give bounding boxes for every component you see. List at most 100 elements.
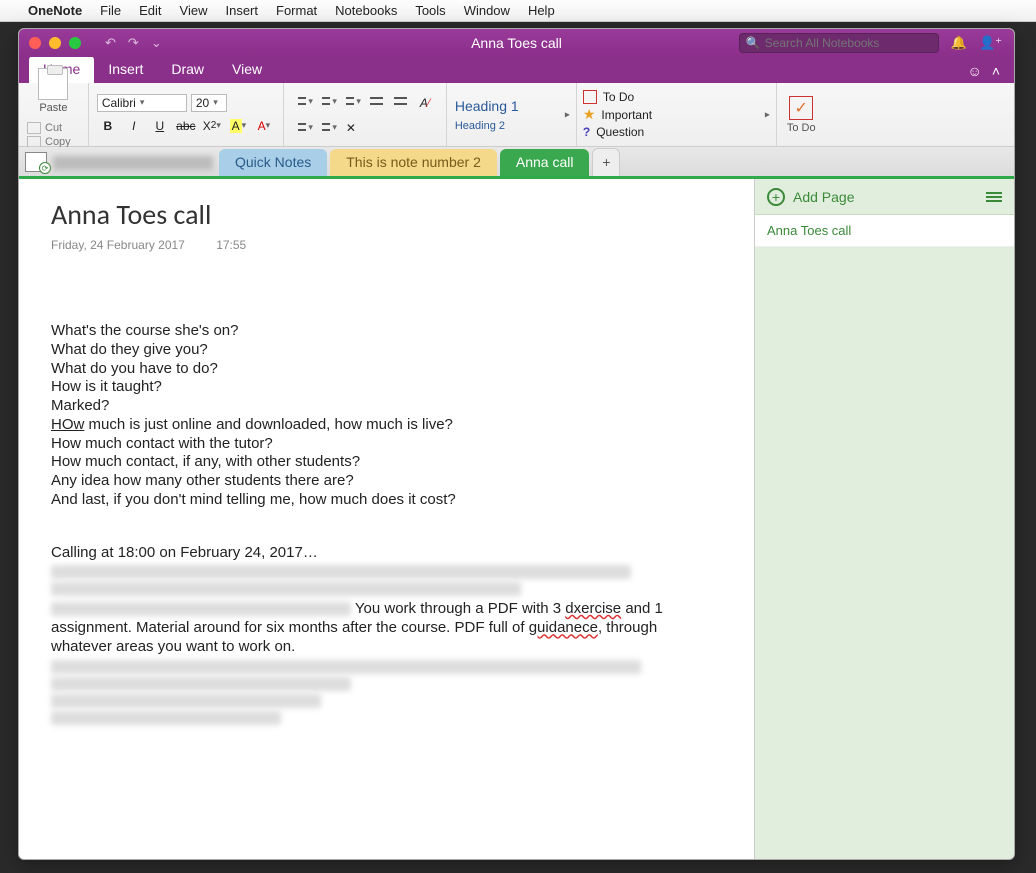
- page-list-view-icon[interactable]: [986, 192, 1002, 202]
- menu-view[interactable]: View: [180, 3, 208, 18]
- spacing-icon: [317, 120, 332, 136]
- plus-circle-icon: +: [767, 188, 785, 206]
- redacted-text: [51, 677, 351, 691]
- collapse-ribbon-button[interactable]: ˄: [992, 63, 1000, 79]
- tags-expand-icon[interactable]: ▸: [765, 109, 770, 120]
- tags-gallery[interactable]: To Do ★Important ?Question ▸: [577, 83, 777, 146]
- notifications-icon[interactable]: 🔔: [951, 35, 967, 51]
- outline-icon: [341, 94, 356, 110]
- decrease-indent-button[interactable]: [364, 92, 386, 112]
- body-line: Marked?: [51, 397, 722, 416]
- redacted-text: [51, 582, 521, 596]
- undo-button[interactable]: ↶: [105, 35, 116, 51]
- page-date: Friday, 24 February 2017: [51, 238, 185, 252]
- body-line: How is it taught?: [51, 378, 722, 397]
- note-canvas[interactable]: Anna Toes call Friday, 24 February 2017 …: [19, 179, 754, 859]
- menu-edit[interactable]: Edit: [139, 3, 161, 18]
- font-size-value: 20: [196, 96, 209, 110]
- numbering-button[interactable]: ▾: [316, 92, 338, 112]
- menu-help[interactable]: Help: [528, 3, 555, 18]
- onenote-window: ↶ ↷ ⌄ Anna Toes call 🔍 🔔 👤⁺ Home Insert …: [18, 28, 1015, 860]
- increase-indent-button[interactable]: [388, 92, 410, 112]
- section-tab-note-2[interactable]: This is note number 2: [330, 149, 497, 176]
- clear-formatting-button[interactable]: A⁄: [412, 92, 438, 114]
- number-list-icon: [317, 94, 332, 110]
- delete-x-icon: ✕: [346, 121, 356, 135]
- tab-draw[interactable]: Draw: [157, 56, 218, 83]
- pages-pane: + Add Page Anna Toes call: [754, 179, 1014, 859]
- font-name-combo[interactable]: Calibri▾: [97, 94, 187, 112]
- share-icon[interactable]: 👤⁺: [979, 35, 1002, 51]
- copy-button[interactable]: Copy: [27, 136, 80, 148]
- strikethrough-button[interactable]: abc: [175, 116, 197, 136]
- section-tab-quick-notes[interactable]: Quick Notes: [219, 149, 327, 176]
- menu-window[interactable]: Window: [464, 3, 510, 18]
- todo-label: To Do: [787, 122, 816, 134]
- outline-button[interactable]: ▾: [340, 92, 362, 112]
- note-body[interactable]: What's the course she's on? What do they…: [51, 322, 722, 725]
- menu-notebooks[interactable]: Notebooks: [335, 3, 397, 18]
- delete-button[interactable]: ✕: [340, 118, 362, 138]
- body-line: HOw much is just online and downloaded, …: [51, 416, 722, 435]
- align-icon: [293, 120, 308, 136]
- redacted-text: [51, 602, 351, 616]
- app-menu[interactable]: OneNote: [28, 3, 82, 18]
- close-window-button[interactable]: [29, 37, 41, 49]
- copy-label: Copy: [45, 136, 71, 148]
- highlight-button[interactable]: A▾: [227, 116, 249, 136]
- redo-button[interactable]: ↷: [128, 35, 139, 51]
- body-line: How much contact, if any, with other stu…: [51, 453, 722, 472]
- todo-checkbox-icon: ✓: [789, 96, 813, 120]
- font-name-value: Calibri: [102, 96, 136, 110]
- search-notebooks[interactable]: 🔍: [739, 33, 939, 53]
- redacted-text: [51, 565, 631, 579]
- paste-label: Paste: [39, 102, 67, 114]
- underline-button[interactable]: U: [149, 116, 171, 136]
- styles-gallery[interactable]: Heading 1 Heading 2 ▸: [447, 83, 577, 146]
- subscript-button[interactable]: X2▾: [201, 116, 223, 136]
- menu-format[interactable]: Format: [276, 3, 317, 18]
- tab-view[interactable]: View: [218, 56, 276, 83]
- window-titlebar: ↶ ↷ ⌄ Anna Toes call 🔍 🔔 👤⁺: [19, 29, 1014, 57]
- menu-tools[interactable]: Tools: [415, 3, 445, 18]
- styles-expand-icon[interactable]: ▸: [565, 109, 570, 120]
- spacing-button[interactable]: ▾: [316, 118, 338, 138]
- section-tabstrip: ⟳ Quick Notes This is note number 2 Anna…: [19, 147, 1014, 179]
- tag-important[interactable]: ★Important: [583, 106, 770, 123]
- cut-button[interactable]: Cut: [27, 122, 80, 134]
- style-heading2[interactable]: Heading 2: [455, 117, 568, 135]
- page-title[interactable]: Anna Toes call: [51, 197, 722, 232]
- style-heading1[interactable]: Heading 1: [455, 95, 568, 117]
- add-section-button[interactable]: +: [592, 148, 620, 176]
- bullet-list-icon: [293, 94, 308, 110]
- align-button[interactable]: ▾: [292, 118, 314, 138]
- notebook-picker[interactable]: ⟳: [25, 152, 47, 172]
- window-title: Anna Toes call: [471, 35, 562, 51]
- menu-insert[interactable]: Insert: [225, 3, 258, 18]
- section-tab-anna-call[interactable]: Anna call: [500, 149, 590, 176]
- tag-todo[interactable]: To Do: [583, 90, 770, 104]
- zoom-window-button[interactable]: [69, 37, 81, 49]
- search-input[interactable]: [765, 36, 932, 50]
- page-list-item[interactable]: Anna Toes call: [755, 215, 1014, 247]
- tag-important-label: Important: [601, 108, 652, 122]
- customize-qat-button[interactable]: ⌄: [151, 35, 162, 51]
- todo-button[interactable]: ✓ To Do: [777, 83, 826, 146]
- bullets-button[interactable]: ▾: [292, 92, 314, 112]
- paste-button[interactable]: Paste: [38, 68, 68, 114]
- add-page-button[interactable]: + Add Page: [755, 179, 1014, 215]
- bold-button[interactable]: B: [97, 116, 119, 136]
- tab-insert[interactable]: Insert: [94, 56, 157, 83]
- notebook-name[interactable]: [53, 156, 213, 170]
- tag-todo-label: To Do: [603, 90, 634, 104]
- eraser-icon: A: [420, 96, 428, 110]
- italic-button[interactable]: I: [123, 116, 145, 136]
- font-color-button[interactable]: A▾: [253, 116, 275, 136]
- tag-question[interactable]: ?Question: [583, 125, 770, 139]
- minimize-window-button[interactable]: [49, 37, 61, 49]
- menu-file[interactable]: File: [100, 3, 121, 18]
- redacted-text: [51, 660, 641, 674]
- emoji-button[interactable]: ☺: [968, 63, 982, 79]
- tag-question-label: Question: [596, 125, 644, 139]
- font-size-combo[interactable]: 20▾: [191, 94, 227, 112]
